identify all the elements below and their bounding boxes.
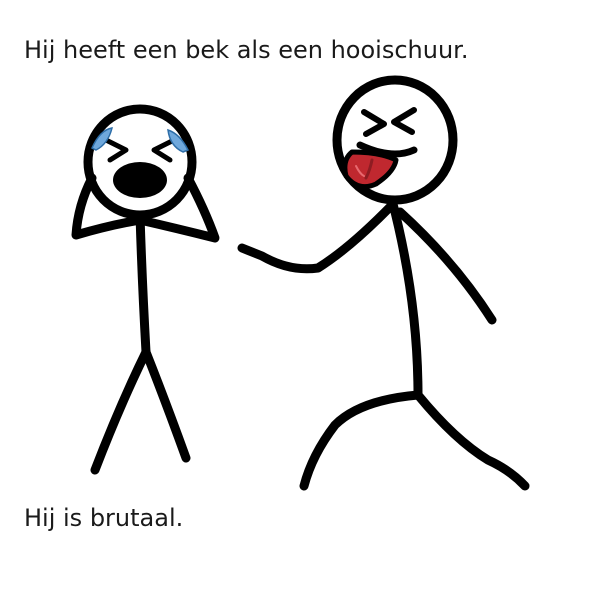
right-eye-icon xyxy=(151,137,177,163)
left-leg xyxy=(90,347,151,475)
body xyxy=(135,210,151,357)
back-leg xyxy=(413,390,530,491)
squint-eyes-icon xyxy=(361,109,387,137)
open-mouth-icon xyxy=(113,162,167,198)
laughing-stick-figure xyxy=(237,75,530,491)
left-eye-icon xyxy=(103,137,129,163)
caption-bottom: Hij is brutaal. xyxy=(24,504,184,532)
pointing-arm xyxy=(237,200,397,274)
front-leg xyxy=(299,390,423,491)
illustration xyxy=(71,75,530,491)
right-leg xyxy=(141,347,191,463)
squint-eyes-icon xyxy=(391,107,417,135)
